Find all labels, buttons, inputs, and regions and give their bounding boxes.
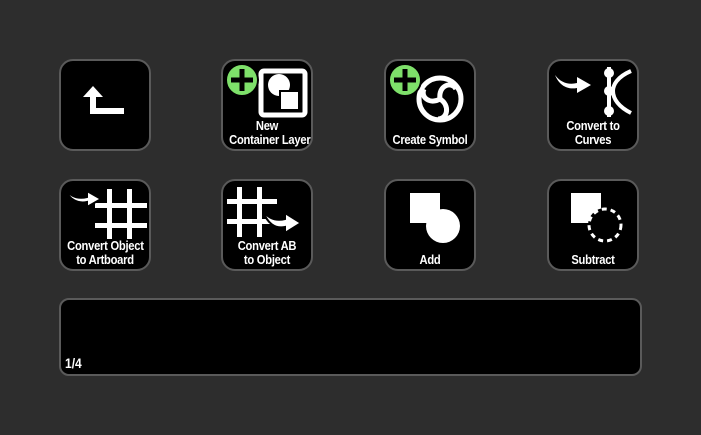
convert-artboard-to-object-button[interactable]: Convert AB to Object	[221, 179, 313, 271]
add-label: Add	[419, 252, 441, 267]
create-symbol-label: Create Symbol	[392, 132, 468, 147]
convert-object-to-artboard-button[interactable]: Convert Object to Artboard	[59, 179, 151, 271]
convert-to-curves-button[interactable]: Convert to Curves	[547, 59, 639, 151]
convert-artboard-to-object-label: Convert AB to Object	[237, 238, 297, 267]
arrow-up-left-icon	[83, 86, 124, 114]
convert-object-to-artboard-label: Convert Object to Artboard	[67, 238, 144, 267]
back-button[interactable]	[59, 59, 151, 151]
add-button[interactable]: Add	[384, 179, 476, 271]
convert-to-curves-label: Convert to Curves	[566, 118, 620, 147]
new-container-layer-label: New Container Layer	[229, 118, 311, 147]
new-container-layer-button[interactable]: New Container Layer	[221, 59, 313, 151]
dial-strip[interactable]: 1/4	[59, 298, 642, 376]
subtract-button[interactable]: Subtract	[547, 179, 639, 271]
page-indicator: 1/4	[65, 355, 82, 371]
create-symbol-button[interactable]: Create Symbol	[384, 59, 476, 151]
subtract-label: Subtract	[571, 252, 615, 267]
